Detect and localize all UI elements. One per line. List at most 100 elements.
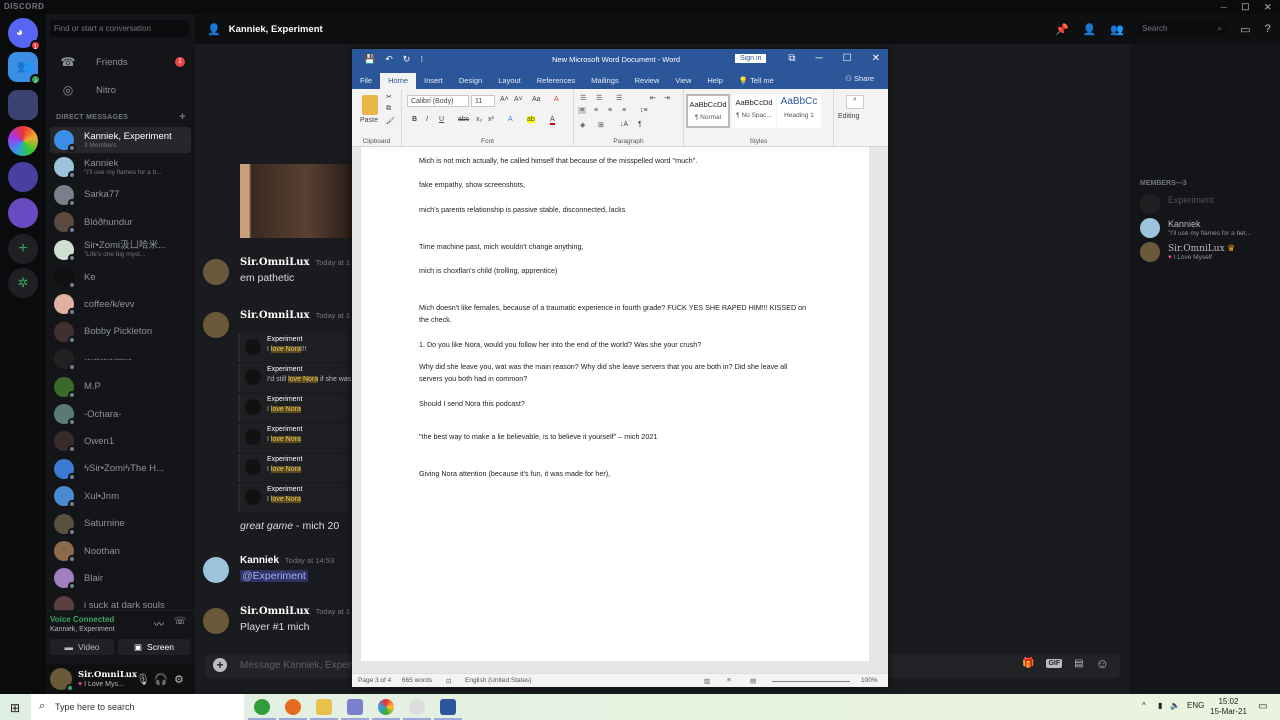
discord-taskbar-icon[interactable] <box>341 699 369 720</box>
server-icon[interactable] <box>8 90 38 120</box>
superscript-icon[interactable]: x² <box>488 116 494 123</box>
document-paragraph[interactable]: Giving Nora attention (because it's fun,… <box>419 468 809 480</box>
dm-item[interactable]: Sarka77 <box>50 182 191 208</box>
document-paragraph[interactable]: Time machine past, mich wouldn't change … <box>419 241 809 253</box>
add-server-icon[interactable]: + <box>8 234 38 264</box>
word-maximize-button[interactable]: ☐ <box>843 53 852 64</box>
reply-embed[interactable]: Experiment I love Nora!!! <box>238 334 348 362</box>
message-avatar[interactable] <box>203 608 229 634</box>
message-avatar[interactable] <box>203 557 229 583</box>
server-icon[interactable] <box>8 162 38 192</box>
strikethrough-icon[interactable]: abc <box>458 116 469 123</box>
gif-icon[interactable]: GIF <box>1046 659 1063 668</box>
sticker-icon[interactable]: ▤ <box>1074 658 1083 669</box>
server-icon[interactable] <box>8 198 38 228</box>
decrease-indent-icon[interactable]: ⇤ <box>650 94 656 102</box>
attachment-image[interactable] <box>240 164 352 238</box>
document-paragraph[interactable]: Should I send Nora this podcast? <box>419 398 809 410</box>
dm-item[interactable]: Blóðhundur <box>50 209 191 235</box>
message-author[interactable]: Kanniek Today at 14:53 <box>240 555 334 566</box>
file-explorer-icon[interactable] <box>310 699 338 720</box>
message-author[interactable]: Sir.OmniLux Today at 1 <box>240 257 350 268</box>
volume-icon[interactable]: 🔈 <box>1170 701 1180 710</box>
dm-item[interactable]: Noothan <box>50 538 191 564</box>
member-item[interactable]: Sir.OmniLux ♛ ♥ I Love Myself <box>1140 240 1280 264</box>
emoji-icon[interactable]: ☺ <box>1096 656 1109 671</box>
multilevel-icon[interactable]: ☰ <box>616 94 622 102</box>
dm-item[interactable]: Saturnine <box>50 511 191 537</box>
windows-start-icon[interactable]: ⊞ <box>10 701 20 715</box>
user-avatar[interactable] <box>50 668 74 692</box>
dm-item[interactable]: ·-·--·-·-·---·- <box>50 346 191 372</box>
customize-qat-icon[interactable]: ⁝ <box>420 54 423 65</box>
sort-icon[interactable]: ↓A <box>620 121 628 128</box>
explore-servers-icon[interactable]: ✲ <box>8 268 38 298</box>
action-center-icon[interactable]: ▭ <box>1258 701 1267 712</box>
document-paragraph[interactable]: mich is choxflan's child (trolling, appr… <box>419 265 809 277</box>
dm-item[interactable]: Blair <box>50 565 191 591</box>
gift-icon[interactable]: 🎁 <box>1022 658 1034 669</box>
web-layout-icon[interactable]: ▤ <box>750 677 756 685</box>
word-minimize-button[interactable]: ─ <box>816 53 823 64</box>
document-page[interactable]: Mich is not mich actually, he called him… <box>361 147 869 661</box>
attach-plus-icon[interactable]: + <box>213 658 227 672</box>
message-avatar[interactable] <box>203 259 229 285</box>
maximize-button[interactable]: ☐ <box>1241 0 1250 14</box>
dm-item[interactable]: Ke <box>50 264 191 290</box>
borders-icon[interactable]: ⊞ <box>598 121 604 129</box>
alienware-icon[interactable] <box>403 699 431 720</box>
screen-button[interactable]: ▣ Screen <box>118 639 190 655</box>
document-paragraph[interactable]: mich's parents relationship is passive s… <box>419 204 809 216</box>
reply-embed[interactable]: Experiment I'd still love Nora if she was <box>238 364 351 392</box>
dm-item[interactable]: ϟSir•ZomiϟThe H... <box>50 456 191 482</box>
video-button[interactable]: ▬ Video <box>50 639 114 655</box>
style-normal[interactable]: AaBbCcDd ¶ Normal <box>686 94 730 128</box>
tab-view[interactable]: View <box>667 73 699 89</box>
server-icon[interactable] <box>8 126 38 156</box>
change-case-icon[interactable]: Aa <box>532 96 541 103</box>
dm-item[interactable]: Owen1 <box>50 428 191 454</box>
increase-indent-icon[interactable]: ⇥ <box>664 94 670 102</box>
tab-home[interactable]: Home <box>380 73 417 89</box>
reply-embed[interactable]: Experiment I love Nora <box>238 424 348 452</box>
dm-item[interactable]: Bobby Pickleton <box>50 319 191 345</box>
nav-friends[interactable]: ☎ Friends 1 <box>46 50 195 74</box>
shading-icon[interactable]: ◈ <box>580 121 585 129</box>
minimize-button[interactable]: ─ <box>1220 0 1227 14</box>
tab-layout[interactable]: Layout <box>490 73 529 89</box>
paste-button[interactable]: Paste <box>360 117 378 124</box>
document-paragraph[interactable]: "the best way to make a lie believable, … <box>419 431 809 443</box>
undo-icon[interactable]: ↶ <box>385 54 393 65</box>
cut-icon[interactable]: ✂ <box>386 93 392 101</box>
word-close-button[interactable]: ✕ <box>872 53 880 64</box>
print-layout-icon[interactable]: ≡ <box>727 677 731 684</box>
nav-nitro[interactable]: ◎ Nitro <box>46 78 195 102</box>
message-avatar[interactable] <box>203 312 229 338</box>
tab-file[interactable]: File <box>352 73 380 89</box>
bold-icon[interactable]: B <box>412 116 417 123</box>
disconnect-icon[interactable]: ☏ <box>174 616 187 627</box>
mic-icon[interactable]: 🎙 <box>136 673 150 686</box>
zoom-slider[interactable] <box>772 681 850 682</box>
dm-item[interactable]: Xul•Jnm <box>50 483 191 509</box>
reply-embed[interactable]: Experiment I love Nora <box>238 484 348 512</box>
group-dm-icon[interactable]: 👥 ♪ <box>8 52 41 85</box>
share-button[interactable]: ⚇ Share <box>845 74 874 83</box>
zoom-level[interactable]: 100% <box>861 677 878 684</box>
member-item[interactable]: Kanniek "I'll use my flames for a bet... <box>1140 216 1280 240</box>
clock[interactable]: 15:02 15-Mar-21 <box>1210 697 1247 717</box>
tab-review[interactable]: Review <box>627 73 668 89</box>
shrink-font-icon[interactable]: A˅ <box>514 96 523 103</box>
dm-item[interactable]: coffee/k/evv <box>50 291 191 317</box>
align-left-icon[interactable]: ≡ <box>578 107 587 114</box>
find-conversation-input[interactable]: Find or start a conversation <box>50 20 189 37</box>
message-author[interactable]: Sir.OmniLux Today at 1 <box>240 606 350 617</box>
style-heading-1[interactable]: AaBbCc Heading 1 <box>777 94 821 128</box>
font-size-select[interactable]: 11 <box>471 95 495 107</box>
show-hidden-icons[interactable]: ^ <box>1142 701 1146 710</box>
paste-icon[interactable] <box>362 95 378 115</box>
reply-embed[interactable]: Experiment I love Nora <box>238 454 348 482</box>
read-mode-icon[interactable]: ▥ <box>704 677 710 685</box>
save-icon[interactable]: 💾 <box>364 54 375 65</box>
editing-group[interactable]: ⌕ Editing <box>834 89 874 147</box>
